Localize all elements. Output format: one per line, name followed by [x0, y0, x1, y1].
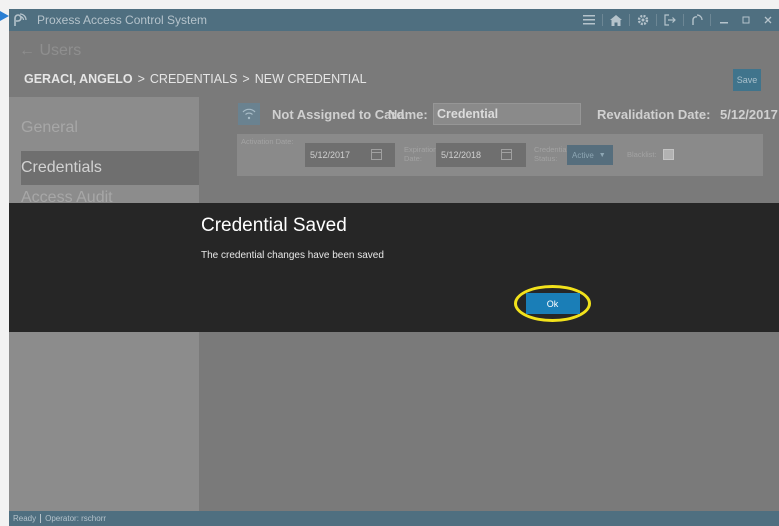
- breadcrumb-person[interactable]: GERACI, ANGELO: [24, 72, 133, 86]
- logout-icon[interactable]: [659, 9, 681, 31]
- breadcrumb: GERACI, ANGELO > CREDENTIALS > NEW CREDE…: [24, 72, 367, 86]
- calendar-icon[interactable]: [501, 149, 512, 160]
- minimize-icon[interactable]: [713, 9, 735, 31]
- ok-button[interactable]: Ok: [525, 293, 580, 314]
- divider: [602, 14, 603, 26]
- proxess-logo-icon: [9, 9, 31, 31]
- divider: [40, 514, 42, 523]
- divider: [710, 14, 711, 26]
- sidebar-item-credentials[interactable]: Credentials: [21, 151, 199, 185]
- credential-parameters: Activation Date: 5/12/2017 Expiration Da…: [237, 134, 763, 176]
- menu-icon[interactable]: [578, 9, 600, 31]
- app-title: Proxess Access Control System: [37, 13, 208, 27]
- screen: Proxess Access Control System ← Users GE…: [0, 0, 779, 526]
- expiration-date-label: Expiration Date:: [404, 145, 438, 163]
- sidebar-item-general[interactable]: General: [9, 111, 199, 145]
- status-value: Active: [572, 150, 594, 160]
- pointer-arrow-icon: [0, 11, 9, 21]
- highlight-ring: Ok: [514, 285, 591, 322]
- credential-status-select[interactable]: Active ▼: [567, 145, 613, 165]
- divider: [629, 14, 630, 26]
- status-operator: Operator: rschorr: [45, 514, 107, 523]
- wireless-icon: [238, 103, 260, 125]
- blacklist-label: Blacklist:: [627, 150, 657, 159]
- close-icon[interactable]: [757, 9, 779, 31]
- wireless-card-icon[interactable]: [686, 9, 708, 31]
- app-window: Proxess Access Control System ← Users GE…: [9, 9, 779, 526]
- breadcrumb-separator: >: [137, 72, 145, 86]
- credential-name-input[interactable]: Credential: [433, 103, 581, 125]
- breadcrumb-current: NEW CREDENTIAL: [254, 72, 367, 86]
- expiration-date-input[interactable]: 5/12/2018: [436, 143, 526, 167]
- blacklist-checkbox[interactable]: [663, 149, 674, 160]
- name-label: Name:: [388, 107, 428, 122]
- status-bar: Ready Operator: rschorr: [9, 511, 779, 526]
- credential-status-label: Credential Status:: [534, 145, 569, 163]
- back-to-users-link[interactable]: ← Users: [19, 42, 81, 60]
- maximize-icon[interactable]: [735, 9, 757, 31]
- gear-icon[interactable]: [632, 9, 654, 31]
- breadcrumb-separator: >: [242, 72, 250, 86]
- chevron-down-icon: ▼: [598, 151, 606, 159]
- divider: [656, 14, 657, 26]
- title-actions: [578, 9, 779, 31]
- divider: [683, 14, 684, 26]
- title-bar: Proxess Access Control System: [9, 9, 779, 31]
- home-icon[interactable]: [605, 9, 627, 31]
- card-status-label: Not Assigned to Card: [272, 107, 405, 122]
- dialog-message: The credential changes have been saved: [201, 250, 384, 261]
- revalidation-value: 5/12/2017: [720, 107, 778, 122]
- activation-date-label: Activation Date:: [241, 137, 294, 146]
- credential-saved-dialog: Credential Saved The credential changes …: [9, 203, 779, 332]
- revalidation-label: Revalidation Date:: [597, 107, 711, 122]
- calendar-icon[interactable]: [371, 149, 382, 160]
- status-state: Ready: [13, 514, 37, 523]
- dialog-title: Credential Saved: [201, 215, 347, 236]
- save-button[interactable]: Save: [733, 69, 761, 91]
- breadcrumb-credentials[interactable]: CREDENTIALS: [150, 72, 238, 86]
